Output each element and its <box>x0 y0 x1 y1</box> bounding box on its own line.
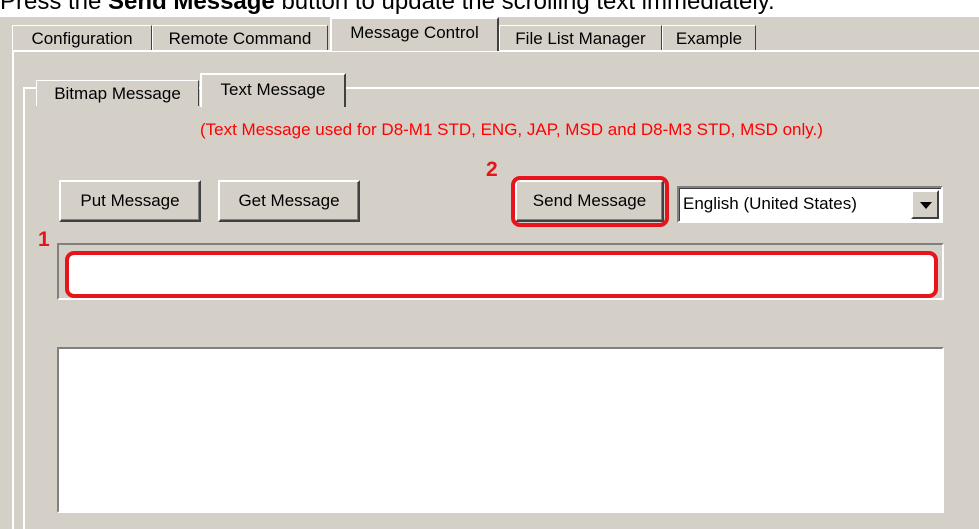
step-marker-1: 1 <box>38 228 50 251</box>
tab-configuration[interactable]: Configuration <box>12 25 152 51</box>
tab-bitmap-message[interactable]: Bitmap Message <box>36 80 199 106</box>
caption-suffix: button to update the scrolling text imme… <box>274 0 775 15</box>
tab-remote-command[interactable]: Remote Command <box>152 25 328 51</box>
step-marker-2: 2 <box>486 158 498 181</box>
tab-file-list-manager[interactable]: File List Manager <box>499 25 662 51</box>
instruction-caption: Press the Send Message button to update … <box>0 0 979 18</box>
tab-message-control[interactable]: Message Control <box>330 17 499 51</box>
tab-text-message[interactable]: Text Message <box>200 73 346 107</box>
compatibility-notice: (Text Message used for D8-M1 STD, ENG, J… <box>200 120 823 139</box>
get-message-button[interactable]: Get Message <box>218 180 360 222</box>
language-select-value: English (United States) <box>683 194 857 213</box>
highlight-send-message-button <box>511 176 669 227</box>
caption-prefix: Press the <box>0 0 109 15</box>
chevron-down-icon[interactable] <box>911 190 939 219</box>
caption-bold-text: Send Message <box>108 0 275 15</box>
put-message-button[interactable]: Put Message <box>59 180 201 222</box>
language-select[interactable]: English (United States) <box>677 186 943 223</box>
tab-example[interactable]: Example <box>662 25 756 51</box>
message-preview-area <box>57 347 944 513</box>
highlight-message-input <box>65 251 938 298</box>
